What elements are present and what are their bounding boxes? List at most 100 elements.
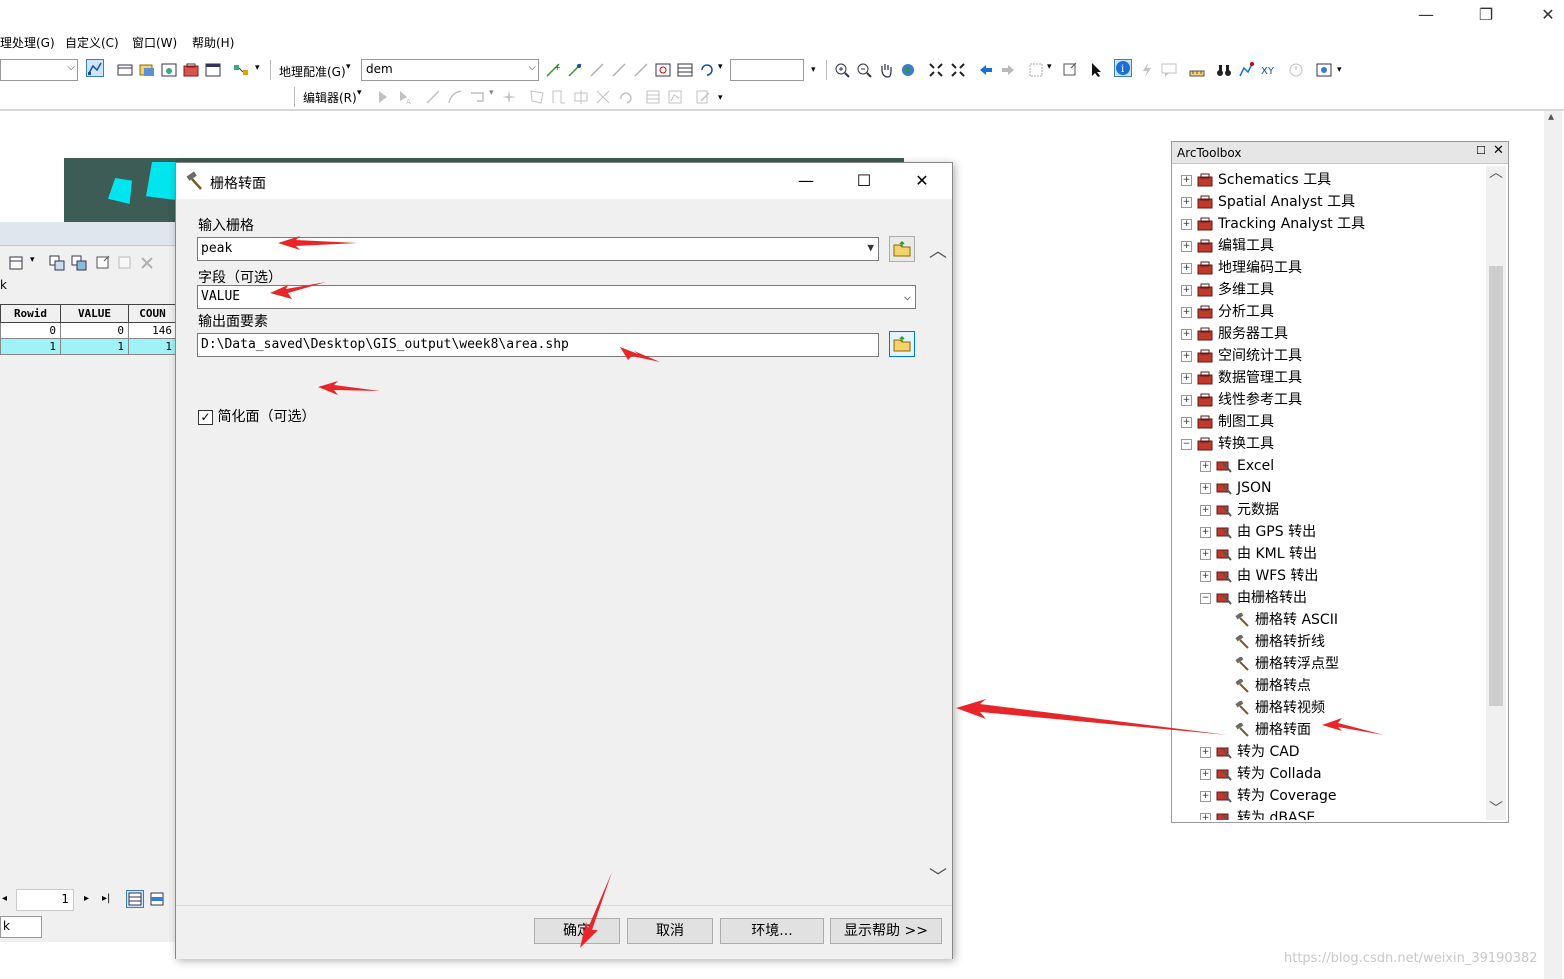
simplify-checkbox[interactable]: ✓ (198, 409, 213, 425)
restore-button[interactable]: ❐ (1472, 4, 1500, 26)
python-window-button[interactable] (204, 61, 222, 79)
reshape-button[interactable] (550, 88, 568, 106)
table-options-dropdown-icon[interactable]: ▾ (30, 255, 35, 265)
fixed-zoom-in-button[interactable] (927, 61, 945, 79)
tree-item[interactable]: + 由 KML 转出 (1200, 543, 1317, 565)
cut-polygons-button[interactable] (572, 88, 590, 106)
straight-segment-button[interactable] (424, 88, 442, 106)
show-all-records-button[interactable] (126, 890, 144, 908)
simplify-option[interactable]: ✓ 简化面（可选） (198, 406, 315, 426)
sketch-properties-button[interactable] (666, 88, 684, 106)
time-slider-button[interactable] (1287, 61, 1305, 79)
tree-item[interactable]: 栅格转 ASCII (1234, 609, 1338, 631)
measure-button[interactable] (1188, 61, 1206, 79)
chevron-down-icon[interactable]: ﹀ (929, 863, 947, 889)
go-to-xy-button[interactable]: XY (1259, 61, 1277, 79)
expand-icon[interactable]: + (1181, 240, 1192, 252)
zoom-to-link-button[interactable] (610, 61, 628, 79)
zoom-out-button[interactable] (855, 61, 873, 79)
expand-icon[interactable]: + (1200, 790, 1211, 802)
cancel-button[interactable]: 取消 (627, 918, 713, 944)
menu-geoprocessing[interactable]: 理处理(G) (0, 34, 55, 51)
back-extent-button[interactable] (977, 61, 995, 79)
tree-item[interactable]: + 元数据 (1200, 499, 1279, 521)
tree-item[interactable]: + Excel (1200, 455, 1274, 477)
toolbar-overflow-icon[interactable]: ▾ (811, 65, 816, 75)
link-table-button[interactable] (676, 61, 694, 79)
expand-icon[interactable]: + (1200, 570, 1211, 582)
select-by-attributes-button[interactable] (70, 254, 88, 272)
tree-item[interactable]: + JSON (1200, 477, 1272, 499)
menu-help[interactable]: 帮助(H) (192, 34, 234, 51)
point-button[interactable] (500, 88, 518, 106)
georef-dropdown-icon[interactable]: ▾ (346, 62, 351, 72)
rotate-tool-button[interactable] (616, 88, 634, 106)
find-button[interactable] (1215, 61, 1233, 79)
table-options-button[interactable] (8, 254, 26, 272)
expand-icon[interactable]: + (1181, 218, 1192, 230)
tree-item[interactable]: + 地理编码工具 (1181, 257, 1302, 279)
browse-output-button[interactable] (889, 331, 915, 357)
chevron-up-icon[interactable]: ︿ (929, 237, 947, 263)
expand-icon[interactable]: + (1181, 350, 1192, 362)
show-selected-records-button[interactable] (148, 890, 166, 908)
toolbar-overflow-icon[interactable]: ▾ (718, 93, 723, 103)
expand-icon[interactable]: + (1181, 196, 1192, 208)
layer-combo[interactable]: dem ⌵ (361, 59, 539, 81)
column-header-value[interactable]: VALUE (60, 304, 129, 323)
dialog-minimize-button[interactable]: — (788, 169, 824, 193)
tree-item[interactable]: + Spatial Analyst 工具 (1181, 191, 1355, 213)
show-help-button[interactable]: 显示帮助 >> (830, 918, 942, 944)
fixed-zoom-out-button[interactable] (949, 61, 967, 79)
html-popup-button[interactable] (1160, 61, 1178, 79)
split-tool-button[interactable] (594, 88, 612, 106)
tree-item[interactable]: 栅格转浮点型 (1234, 653, 1339, 675)
rotate-value-input[interactable] (730, 59, 804, 81)
arctoolbox-button[interactable] (182, 61, 200, 79)
tree-item[interactable]: 栅格转视频 (1234, 697, 1325, 719)
expand-icon[interactable]: + (1200, 460, 1211, 472)
field-select[interactable]: VALUE ⌵ (197, 285, 916, 309)
output-feature-field[interactable]: D:\Data_saved\Desktop\GIS_output\week8\a… (197, 333, 879, 357)
dialog-vertical-scrollbar[interactable]: ︿ ﹀ (928, 241, 948, 915)
expand-icon[interactable]: + (1200, 504, 1211, 516)
end-point-arc-button[interactable] (446, 88, 464, 106)
tree-item[interactable]: + 线性参考工具 (1181, 389, 1302, 411)
expand-icon[interactable]: + (1181, 328, 1192, 340)
model-builder-button[interactable] (232, 61, 250, 79)
tree-item[interactable]: + 数据管理工具 (1181, 367, 1302, 389)
select-features-button[interactable] (1027, 61, 1045, 79)
table-row[interactable]: 1 1 1 (0, 338, 177, 355)
zoom-in-button[interactable] (833, 61, 851, 79)
tree-item[interactable]: 栅格转面 (1234, 719, 1311, 741)
auto-register-button[interactable] (566, 61, 584, 79)
editor-menu[interactable]: 编辑器(R) (303, 89, 357, 106)
menu-customize[interactable]: 自定义(C) (65, 34, 119, 51)
previous-record-icon[interactable]: ◂ (2, 893, 7, 904)
toolbar-overflow-icon[interactable]: ▾ (1337, 65, 1342, 75)
georeferencing-menu[interactable]: 地理配准(G) (279, 63, 346, 80)
trace-dropdown-icon[interactable]: ▾ (489, 88, 494, 98)
dialog-close-button[interactable]: ✕ (904, 169, 940, 193)
tree-item[interactable]: − 由栅格转出 (1200, 587, 1307, 609)
table-window-button[interactable] (116, 61, 134, 79)
column-header-count[interactable]: COUN (128, 304, 177, 323)
forward-extent-button[interactable] (999, 61, 1017, 79)
identify-button[interactable]: i (1114, 59, 1132, 77)
input-raster-field[interactable]: peak ▼ (197, 237, 879, 261)
last-record-icon[interactable]: ▸| (102, 893, 110, 904)
hyperlink-button[interactable] (1138, 61, 1156, 79)
table-tab[interactable]: k (0, 916, 42, 938)
scale-combo[interactable]: ⌵ (0, 59, 78, 81)
collapse-icon[interactable]: − (1181, 438, 1192, 450)
tree-item[interactable]: + 转为 dBASE (1200, 807, 1315, 820)
tree-item[interactable]: + 转为 Coverage (1200, 785, 1337, 807)
next-record-icon[interactable]: ▸ (84, 893, 89, 904)
zoom-to-selected-button[interactable] (116, 254, 134, 272)
search-window-button[interactable] (160, 61, 178, 79)
rotate-button[interactable] (698, 61, 716, 79)
tree-item[interactable]: + Tracking Analyst 工具 (1181, 213, 1365, 235)
expand-icon[interactable]: + (1200, 812, 1211, 820)
edit-vertices-button[interactable] (528, 88, 546, 106)
tree-item[interactable]: + Schematics 工具 (1181, 169, 1331, 191)
